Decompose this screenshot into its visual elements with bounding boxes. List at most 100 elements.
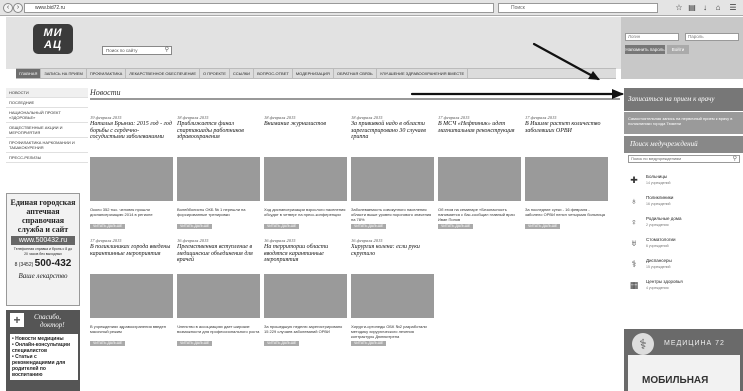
- banner-site: www.500432.ru: [11, 236, 75, 245]
- nav-item[interactable]: МОДЕРНИЗАЦИЯ: [293, 69, 334, 78]
- news-card[interactable]: 16 февраля 2015 На территории области вво…: [264, 238, 347, 350]
- banner-phone-prefix: 8 (3452): [14, 262, 34, 268]
- news-card[interactable]: 18 февраля 2015 Внимание журналистов Ход д…: [264, 115, 347, 233]
- maternity-icon: ♀: [630, 217, 638, 227]
- category-item[interactable]: ▦ Центры здоровья 4 учреждения: [628, 276, 740, 294]
- nav-item[interactable]: ЗАПИСЬ НА ПРИЕМ: [41, 69, 87, 78]
- news-card[interactable]: 18 февраля 2015 За прививкой надо в облас…: [351, 115, 434, 233]
- nav-item[interactable]: ПРОФИЛАКТИКА: [87, 69, 127, 78]
- address-bar[interactable]: www.bid72.ru: [24, 3, 494, 13]
- news-photo[interactable]: [525, 157, 608, 201]
- category-item[interactable]: ♁ Поликлиники 16 учреждений: [628, 192, 740, 210]
- sidebar-item[interactable]: НАЦИОНАЛЬНЫЙ ПРОЕКТ «ЗДОРОВЬЕ»: [6, 108, 88, 123]
- news-photo[interactable]: [351, 274, 434, 318]
- read-more-button[interactable]: ЧИТАТЬ ДАЛЬШЕ: [525, 224, 561, 229]
- forward-icon[interactable]: ›: [13, 3, 23, 13]
- sidebar-item[interactable]: НОВОСТИ: [6, 88, 88, 98]
- sidebar-item[interactable]: ОБЩЕСТВЕННЫЕ АКЦИИ И МЕРОПРИЯТИЯ: [6, 123, 88, 138]
- news-headline[interactable]: Преемственная вступление в медицинские о…: [177, 244, 260, 264]
- news-photo[interactable]: [90, 157, 173, 201]
- menu-icon[interactable]: ☰: [727, 2, 739, 14]
- site-logo[interactable]: МИ АЦ: [33, 24, 73, 54]
- sidebar-item[interactable]: ПОСЛЕДНИЕ: [6, 98, 88, 108]
- news-photo[interactable]: [177, 274, 260, 318]
- password-field[interactable]: Пароль: [685, 33, 739, 41]
- category-item[interactable]: ♀ Родильные дома 2 учреждения: [628, 213, 740, 231]
- read-more-button[interactable]: ЧИТАТЬ ДАЛЬШЕ: [264, 224, 300, 229]
- read-more-button[interactable]: ЧИТАТЬ ДАЛЬШЕ: [90, 341, 126, 346]
- nav-item[interactable]: ВОПРОС-ОТВЕТ: [254, 69, 293, 78]
- back-icon[interactable]: ‹: [3, 3, 13, 13]
- news-headline[interactable]: За прививкой надо в области зарегистриро…: [351, 121, 434, 141]
- sidebar-item[interactable]: ПРОФИЛАКТИКА НАРКОМАНИИ И ТАБАКОКУРЕНИЯ: [6, 138, 88, 153]
- nav-item[interactable]: УЛУЧШЕНИЕ ЗДРАВООХРАНЕНИЯ ВМЕСТЕ: [377, 69, 469, 78]
- sidebar-item[interactable]: ПРЕСС-РЕЛИЗЫ: [6, 153, 88, 163]
- remind-password-button[interactable]: Напомнить пароль: [625, 45, 665, 54]
- news-card[interactable]: 16 февраля 2015 Преемственная вступление …: [177, 238, 260, 350]
- banner-note: Телефонная справка и бронь с 8 до 20 час…: [13, 247, 73, 256]
- banner2-title2: доктор!: [40, 321, 65, 329]
- download-icon[interactable]: ↓: [699, 2, 711, 14]
- news-headline[interactable]: Внимание журналистов: [264, 121, 347, 128]
- news-card[interactable]: 19 февраля 2015 Наталья Брынза: 2015 год …: [90, 115, 173, 233]
- login-button[interactable]: Войти: [667, 45, 689, 54]
- nav-item[interactable]: ГЛАВНАЯ: [16, 69, 42, 78]
- read-more-button[interactable]: ЧИТАТЬ ДАЛЬШЕ: [438, 224, 474, 229]
- news-title: Новости: [90, 88, 121, 97]
- appointment-banner[interactable]: Записаться на прием к врачу: [624, 88, 743, 111]
- nav-item[interactable]: ЛЕКАРСТВЕННОЕ ОБЕСПЕЧЕНИЕ: [126, 69, 200, 78]
- read-more-button[interactable]: ЧИТАТЬ ДАЛЬШЕ: [177, 224, 213, 229]
- logo-line2: АЦ: [44, 39, 62, 51]
- news-card[interactable]: 16 февраля 2015 Хирургия колена: если рук…: [351, 238, 434, 350]
- read-more-button[interactable]: ЧИТАТЬ ДАЛЬШЕ: [90, 224, 126, 229]
- thanks-doctor-banner[interactable]: + Спасибо, доктор! • Новости медицины • О…: [6, 310, 80, 391]
- category-item[interactable]: ⚕ Диспансеры 15 учреждений: [628, 255, 740, 273]
- category-item[interactable]: ♅ Стоматологии 6 учреждений: [628, 234, 740, 252]
- news-card[interactable]: 17 февраля 2015 В Ишиме растет количество…: [525, 115, 608, 233]
- news-headline[interactable]: В Ишиме растет количество заболевших ОРВ…: [525, 121, 608, 134]
- login-field[interactable]: Логин: [625, 33, 679, 41]
- news-photo[interactable]: [90, 274, 173, 318]
- news-card[interactable]: 17 февраля 2015 В поликлиниках города вве…: [90, 238, 173, 350]
- bookmarks-icon[interactable]: ▤: [686, 2, 698, 14]
- search-icon[interactable]: ⚲: [733, 156, 737, 162]
- news-headline[interactable]: В МСЧ «Нефтяник» идет магнитальная рекон…: [438, 121, 521, 134]
- news-photo[interactable]: [264, 157, 347, 201]
- read-more-button[interactable]: ЧИТАТЬ ДАЛЬШЕ: [177, 341, 213, 346]
- banner2-list-item: • Статьи с рекомендациями для родителей …: [12, 354, 76, 378]
- institutions-search-input[interactable]: Поиск по медучреждениям ⚲: [628, 155, 740, 163]
- home-icon[interactable]: ⌂: [712, 2, 724, 14]
- browser-search-input[interactable]: Поиск: [498, 3, 658, 13]
- promo-subpanel[interactable]: МОБИЛЬНАЯ: [628, 355, 740, 391]
- news-photo[interactable]: [264, 274, 347, 318]
- nav-item[interactable]: О ПРОЕКТЕ: [200, 69, 230, 78]
- pharmacy-banner[interactable]: Единая городская аптечная справочная слу…: [6, 193, 80, 306]
- read-more-button[interactable]: ЧИТАТЬ ДАЛЬШЕ: [351, 224, 387, 229]
- read-more-button[interactable]: ЧИТАТЬ ДАЛЬШЕ: [264, 341, 300, 346]
- banner-line4: служба и сайт: [17, 225, 69, 234]
- news-headline[interactable]: Наталья Брынза: 2015 год - год борьбы с …: [90, 121, 173, 141]
- news-photo[interactable]: [351, 157, 434, 201]
- news-headline[interactable]: Хирургия колена: если руки скрутило: [351, 244, 434, 257]
- browser-toolbar: ‹ › www.bid72.ru Поиск ☆ ▤ ↓ ⌂ ☰: [0, 0, 743, 16]
- category-name: Центры здоровья: [646, 279, 683, 284]
- news-caption: За прошедшую неделю зарегистрировано 15 …: [264, 324, 343, 334]
- star-icon[interactable]: ☆: [673, 2, 685, 14]
- nav-item[interactable]: ССЫЛКИ: [230, 69, 255, 78]
- news-card[interactable]: 17 февраля 2015 В МСЧ «Нефтяник» идет маг…: [438, 115, 521, 233]
- banner-line3: справочная: [21, 216, 65, 225]
- nav-item[interactable]: ОБРАТНАЯ СВЯЗЬ: [334, 69, 377, 78]
- promo-title: МЕДИЦИНА 72: [664, 340, 725, 347]
- news-headline[interactable]: На территории области вводятся карантинн…: [264, 244, 347, 264]
- appointment-subtitle[interactable]: Самостоятельная запись на первичный прие…: [624, 112, 743, 134]
- category-item[interactable]: ✚ Больницы 14 учреждений: [628, 171, 740, 189]
- news-headline[interactable]: Приближается финал спартакиады работнико…: [177, 121, 260, 141]
- read-more-button[interactable]: ЧИТАТЬ ДАЛЬШЕ: [351, 341, 387, 346]
- search-icon[interactable]: ⚲: [165, 47, 169, 54]
- site-search-input[interactable]: Поиск по сайту ⚲: [102, 46, 172, 55]
- news-photo[interactable]: [177, 157, 260, 201]
- news-headline[interactable]: В поликлиниках города введены карантинны…: [90, 244, 173, 257]
- news-photo[interactable]: [438, 157, 521, 201]
- category-name: Родильные дома: [646, 216, 682, 221]
- news-card[interactable]: 18 февраля 2015 Приближается финал спарта…: [177, 115, 260, 233]
